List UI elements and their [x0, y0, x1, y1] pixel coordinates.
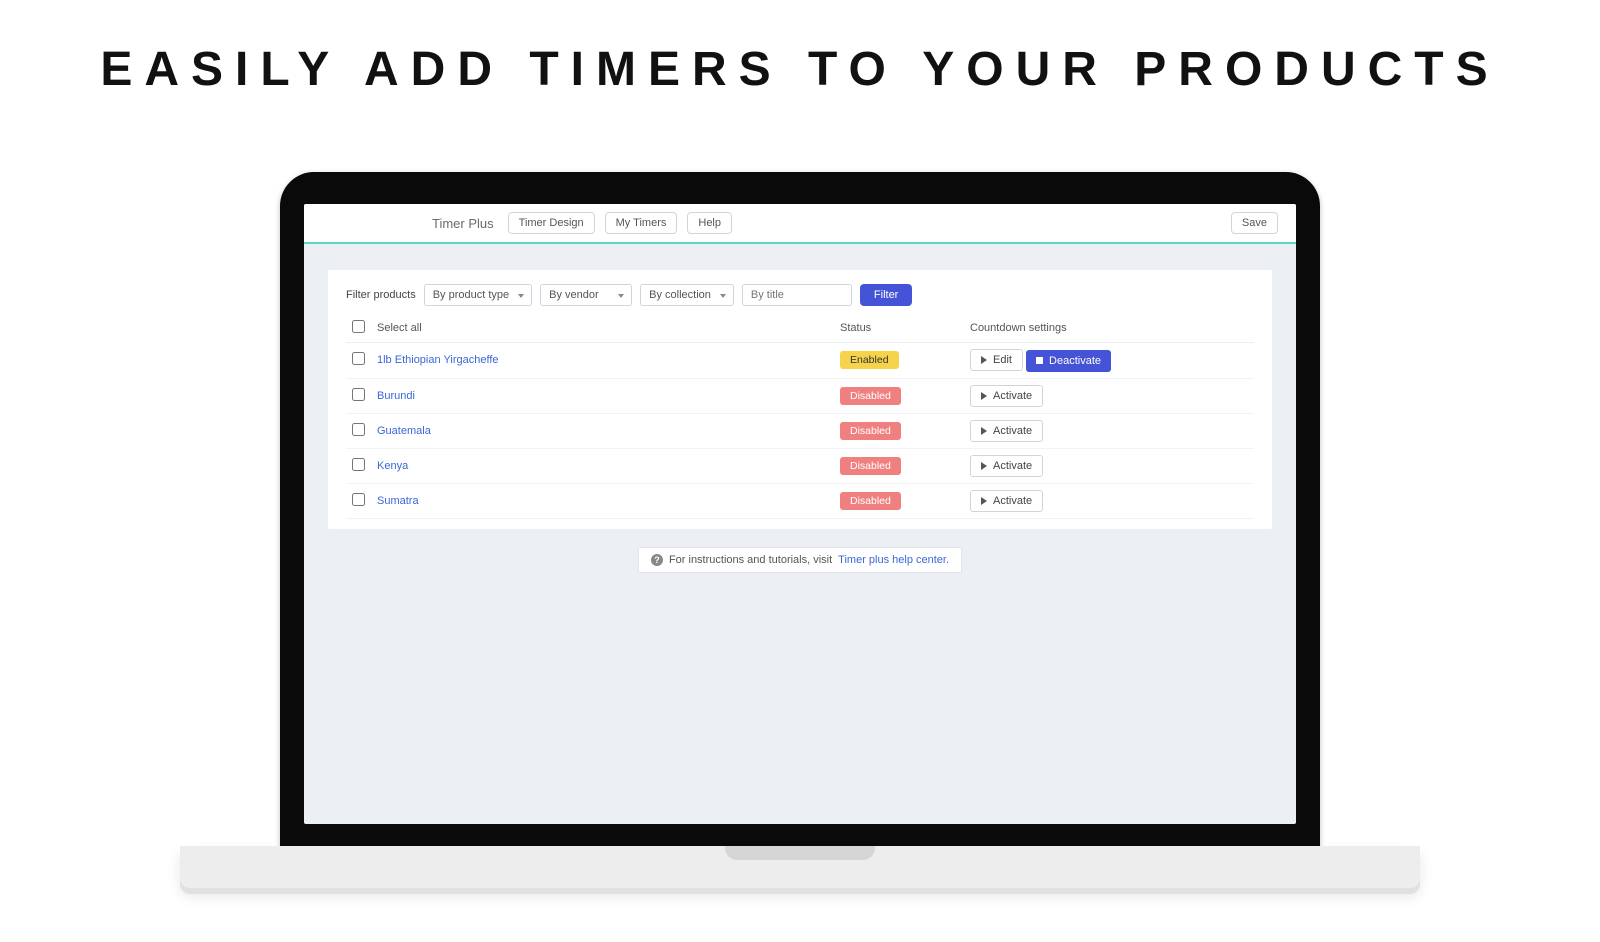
activate-button[interactable]: Activate — [970, 490, 1043, 512]
filter-title-input[interactable] — [742, 284, 852, 306]
col-settings: Countdown settings — [964, 314, 1254, 343]
row-checkbox[interactable] — [352, 388, 365, 401]
table-row: 1lb Ethiopian Yirgacheffe Enabled Edit Dea… — [346, 343, 1254, 379]
nav-help[interactable]: Help — [687, 212, 732, 234]
product-link[interactable]: Sumatra — [377, 495, 419, 507]
status-badge: Disabled — [840, 492, 901, 510]
laptop-base — [180, 846, 1420, 888]
filter-collection[interactable]: By collection — [640, 284, 734, 306]
row-checkbox[interactable] — [352, 493, 365, 506]
app-brand: Timer Plus — [432, 216, 494, 231]
products-panel: Filter products By product type By vendo… — [328, 270, 1272, 529]
deactivate-button[interactable]: Deactivate — [1026, 350, 1111, 372]
activate-label: Activate — [993, 425, 1032, 437]
nav-timer-design[interactable]: Timer Design — [508, 212, 595, 234]
row-checkbox[interactable] — [352, 423, 365, 436]
laptop-mockup: Timer Plus Timer Design My Timers Help S… — [280, 172, 1320, 888]
activate-label: Activate — [993, 390, 1032, 402]
filter-button[interactable]: Filter — [860, 284, 912, 306]
table-row: Kenya Disabled Activate — [346, 448, 1254, 483]
table-row: Burundi Disabled Activate — [346, 378, 1254, 413]
row-checkbox[interactable] — [352, 352, 365, 365]
col-select-all: Select all — [371, 314, 834, 343]
app-topbar: Timer Plus Timer Design My Timers Help S… — [304, 204, 1296, 244]
play-icon — [981, 356, 987, 364]
product-link[interactable]: 1lb Ethiopian Yirgacheffe — [377, 354, 499, 366]
activate-label: Activate — [993, 460, 1032, 472]
play-icon — [981, 462, 987, 470]
status-badge: Disabled — [840, 422, 901, 440]
table-row: Guatemala Disabled Activate — [346, 413, 1254, 448]
play-icon — [981, 497, 987, 505]
nav-my-timers[interactable]: My Timers — [605, 212, 678, 234]
filter-product-type[interactable]: By product type — [424, 284, 532, 306]
product-link[interactable]: Burundi — [377, 390, 415, 402]
products-table: Select all Status Countdown settings 1lb… — [346, 314, 1254, 519]
activate-button[interactable]: Activate — [970, 455, 1043, 477]
help-note: ? For instructions and tutorials, visit … — [638, 547, 962, 573]
laptop-notch — [725, 846, 875, 860]
save-button[interactable]: Save — [1231, 212, 1278, 234]
status-badge: Disabled — [840, 387, 901, 405]
filter-label: Filter products — [346, 289, 416, 301]
activate-button[interactable]: Activate — [970, 420, 1043, 442]
edit-label: Edit — [993, 354, 1012, 366]
edit-button[interactable]: Edit — [970, 349, 1023, 371]
select-all-checkbox[interactable] — [352, 320, 365, 333]
row-checkbox[interactable] — [352, 458, 365, 471]
status-badge: Disabled — [840, 457, 901, 475]
filter-row: Filter products By product type By vendo… — [346, 284, 1254, 306]
help-link[interactable]: Timer plus help center. — [838, 554, 949, 566]
activate-label: Activate — [993, 495, 1032, 507]
product-link[interactable]: Guatemala — [377, 425, 431, 437]
page-headline: EASILY ADD TIMERS TO YOUR PRODUCTS — [0, 42, 1600, 97]
deactivate-label: Deactivate — [1049, 355, 1101, 367]
status-badge: Enabled — [840, 351, 899, 369]
play-icon — [981, 392, 987, 400]
stop-icon — [1036, 357, 1043, 364]
play-icon — [981, 427, 987, 435]
help-text: For instructions and tutorials, visit — [669, 554, 832, 566]
help-icon: ? — [651, 554, 663, 566]
table-row: Sumatra Disabled Activate — [346, 483, 1254, 518]
filter-vendor[interactable]: By vendor — [540, 284, 632, 306]
activate-button[interactable]: Activate — [970, 385, 1043, 407]
product-link[interactable]: Kenya — [377, 460, 408, 472]
col-status: Status — [834, 314, 964, 343]
